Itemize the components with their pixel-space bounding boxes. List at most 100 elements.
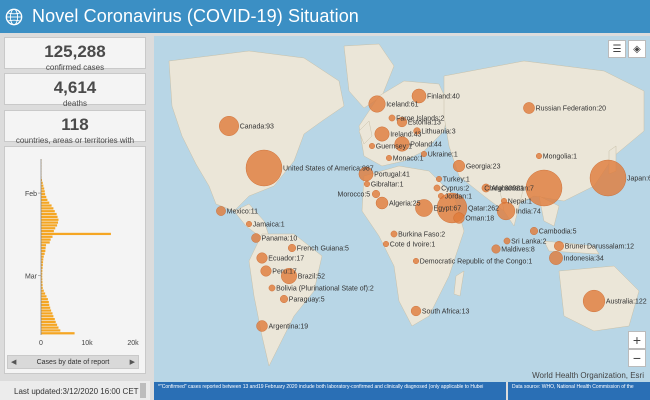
case-bubble[interactable] [410, 305, 422, 317]
case-bubble[interactable] [216, 206, 226, 216]
epi-bar[interactable] [41, 317, 55, 321]
last-updated-bar: Last updated:3/12/2020 16:00 CET [0, 381, 150, 400]
case-bubble[interactable] [374, 126, 390, 142]
case-bubble[interactable] [452, 159, 466, 173]
case-bubble[interactable] [385, 154, 392, 161]
country-label: Peru:17 [272, 269, 297, 276]
epi-bar[interactable] [41, 255, 44, 258]
chevron-left-icon[interactable]: ◀ [11, 358, 16, 366]
epi-bar[interactable] [41, 309, 52, 312]
world-map[interactable]: Iceland:61 Faroe Islands:2 Finland:40 Russi… [154, 36, 650, 382]
chart-x-tick-label: 10k [81, 340, 93, 347]
epi-bar[interactable] [41, 198, 48, 201]
case-bubble[interactable] [390, 230, 398, 238]
epi-bar[interactable] [41, 238, 51, 241]
case-bubble[interactable] [413, 257, 420, 264]
case-bubble[interactable] [260, 265, 272, 277]
country-label: Jamaica:1 [253, 222, 285, 229]
case-bubble[interactable] [536, 152, 543, 159]
case-bubble[interactable] [268, 284, 276, 292]
case-bubble[interactable] [388, 114, 396, 122]
country-label: French Guiana:5 [297, 246, 349, 253]
cases-by-date-tab[interactable]: ◀ Cases by date of report ▶ [7, 355, 139, 369]
chevron-right-icon[interactable]: ▶ [130, 358, 135, 366]
epi-bar[interactable] [41, 329, 61, 332]
map-canvas[interactable]: Iceland:61Faroe Islands:2Finland:40Russi… [154, 36, 650, 382]
epi-bar[interactable] [41, 306, 51, 309]
case-bubble[interactable] [368, 95, 386, 113]
case-bubble[interactable] [491, 244, 501, 254]
case-bubble[interactable] [375, 196, 389, 210]
list-icon[interactable]: ☰ [608, 40, 626, 58]
epi-bar[interactable] [41, 332, 75, 335]
epi-bar[interactable] [41, 232, 111, 236]
country-label: Ireland:43 [390, 132, 421, 139]
case-bubble[interactable] [530, 227, 538, 235]
case-bubble[interactable] [453, 212, 465, 224]
epi-bar[interactable] [41, 224, 58, 227]
case-bubble[interactable] [433, 184, 441, 192]
epi-bar[interactable] [41, 298, 48, 301]
epi-bar[interactable] [41, 207, 54, 210]
scrollbar[interactable] [140, 383, 146, 398]
epi-bar[interactable] [41, 300, 49, 304]
epi-bar[interactable] [41, 315, 54, 318]
country-label: Cote d Ivoire:1 [390, 242, 436, 249]
case-bubble[interactable] [589, 159, 627, 197]
case-bubble[interactable] [245, 149, 283, 187]
case-bubble[interactable] [554, 241, 564, 251]
epi-bar[interactable] [41, 326, 59, 329]
epi-bar[interactable] [41, 204, 52, 207]
epi-curve-chart[interactable]: Feb Mar 0 10k 20k [5, 147, 145, 355]
epi-bar[interactable] [41, 227, 56, 230]
case-bubble[interactable] [256, 320, 268, 332]
epi-bar[interactable] [41, 215, 58, 219]
epi-bar[interactable] [41, 244, 47, 247]
epi-bar[interactable] [41, 229, 54, 233]
epi-bar[interactable] [41, 212, 57, 216]
country-label: Mexico:11 [227, 209, 258, 216]
epi-bar[interactable] [41, 289, 44, 292]
epi-bar[interactable] [41, 323, 58, 326]
case-bubble[interactable] [368, 142, 375, 149]
epi-bar[interactable] [41, 195, 47, 199]
case-bubble[interactable] [280, 295, 288, 303]
epi-bar[interactable] [41, 295, 47, 298]
case-bubble[interactable] [382, 240, 389, 247]
case-bubble[interactable] [523, 102, 535, 114]
epi-bar[interactable] [41, 252, 45, 255]
case-bubble[interactable] [251, 233, 261, 243]
epi-bar[interactable] [41, 193, 46, 196]
epi-bar[interactable] [41, 320, 56, 324]
epi-bar[interactable] [41, 190, 45, 193]
epi-bar[interactable] [41, 292, 46, 295]
layers-icon[interactable]: ◈ [628, 40, 646, 58]
country-label: Nepal:1 [508, 199, 532, 206]
case-bubble[interactable] [219, 116, 239, 136]
country-label: Panama:10 [262, 236, 298, 243]
zoom-in-button[interactable]: + [628, 331, 646, 349]
epi-bar[interactable] [41, 312, 53, 315]
case-bubble[interactable] [582, 289, 606, 313]
epi-bar[interactable] [41, 210, 55, 213]
epi-bar[interactable] [41, 247, 46, 250]
epi-bar[interactable] [41, 187, 45, 190]
case-bubble[interactable] [363, 180, 370, 187]
epi-bar[interactable] [41, 303, 50, 307]
country-label: Canada:93 [240, 124, 274, 131]
case-bubble[interactable] [245, 220, 252, 227]
epi-bar[interactable] [41, 241, 50, 244]
epi-bar[interactable] [41, 218, 59, 221]
epi-bar[interactable] [41, 249, 46, 253]
case-bubble[interactable] [503, 237, 511, 245]
epi-bar[interactable] [41, 221, 59, 224]
case-bubble[interactable] [256, 252, 268, 264]
epi-bar[interactable] [41, 201, 50, 204]
case-bubble[interactable] [372, 190, 380, 198]
case-bubble[interactable] [549, 251, 563, 265]
epi-bar[interactable] [41, 235, 53, 238]
case-bubble[interactable] [288, 244, 296, 252]
case-bubble[interactable] [436, 175, 443, 182]
map-controls: ☰ ◈ [608, 40, 646, 58]
zoom-out-button[interactable]: − [628, 349, 646, 367]
